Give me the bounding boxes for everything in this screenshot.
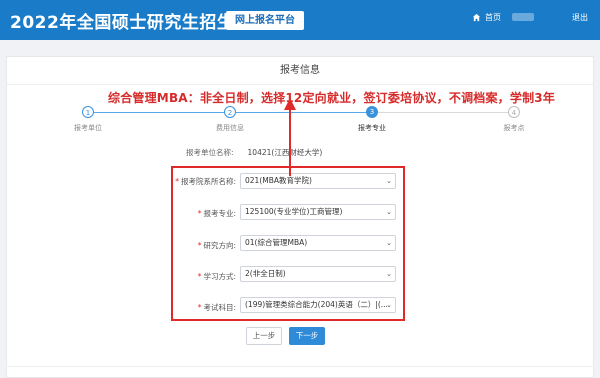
major-select[interactable]: 125100(专业学位)工商管理) ⌄ (240, 204, 396, 220)
step-3-label: 报考专业 (358, 124, 386, 132)
major-label: * 报考专业: (197, 209, 236, 218)
research-direction-select[interactable]: 01(综合管理MBA) ⌄ (240, 235, 396, 251)
study-mode-select[interactable]: 2(非全日制) ⌄ (240, 266, 396, 282)
step-2-dot: 2 (224, 106, 236, 118)
panel-title: 报考信息 (7, 57, 593, 85)
chevron-down-icon: ⌄ (386, 208, 392, 216)
step-4-dot: 4 (508, 106, 520, 118)
step-3-dot: 3 (366, 106, 378, 118)
step-2-label: 费用信息 (216, 124, 244, 132)
chevron-down-icon: ⌄ (386, 270, 392, 278)
study-mode-label: * 学习方式: (197, 272, 236, 281)
home-link[interactable]: 首页 (472, 12, 501, 23)
top-header: 2022年全国硕士研究生招生考试 网上报名平台 首页 退出 (0, 0, 600, 40)
required-mark: * (197, 272, 202, 281)
unit-label: 报考单位名称: (186, 148, 234, 157)
major-value: 125100(专业学位)工商管理) (245, 207, 343, 216)
annotation-note: 综合管理MBA：非全日制，选择12定向就业，签订委培协议，不调档案，学制3年 (108, 91, 556, 105)
step-connector-2 (236, 112, 366, 113)
chevron-down-icon: ⌄ (386, 301, 392, 309)
research-direction-label: * 研究方向: (197, 241, 236, 250)
home-label: 首页 (485, 13, 501, 22)
department-value: 021(MBA教育学院) (245, 176, 312, 185)
study-mode-value: 2(非全日制) (245, 269, 286, 278)
required-mark: * (197, 303, 202, 312)
required-mark: * (197, 209, 202, 218)
footer-divider (6, 366, 594, 367)
exam-subjects-select[interactable]: (199)管理类综合能力(204)英语（二）|(... ⌄ (240, 297, 396, 313)
next-step-button[interactable]: 下一步 (289, 327, 325, 345)
step-4-label: 报考点 (503, 124, 525, 132)
department-select[interactable]: 021(MBA教育学院) ⌄ (240, 173, 396, 189)
unit-row: 报考单位名称: 10421(江西财经大学) (186, 147, 322, 158)
exam-subjects-value: (199)管理类综合能力(204)英语（二）|(... (245, 300, 388, 309)
step-1-label: 报考单位 (74, 124, 102, 132)
research-direction-value: 01(综合管理MBA) (245, 238, 308, 247)
platform-badge: 网上报名平台 (226, 11, 304, 30)
prev-step-button[interactable]: 上一步 (246, 327, 282, 345)
user-name-blurred (512, 13, 534, 21)
chevron-down-icon: ⌄ (386, 177, 392, 185)
exam-subjects-label: * 考试科目: (197, 303, 236, 312)
required-mark: * (175, 177, 179, 186)
chevron-down-icon: ⌄ (386, 239, 392, 247)
unit-value: 10421(江西财经大学) (247, 148, 323, 157)
home-icon (472, 13, 481, 22)
step-connector-3 (378, 112, 508, 113)
exit-link[interactable]: 退出 (572, 12, 588, 23)
department-label: * 报考院系所名称: (175, 177, 236, 186)
step-1-dot: 1 (82, 106, 94, 118)
required-mark: * (197, 241, 202, 250)
step-connector-1 (92, 112, 224, 113)
